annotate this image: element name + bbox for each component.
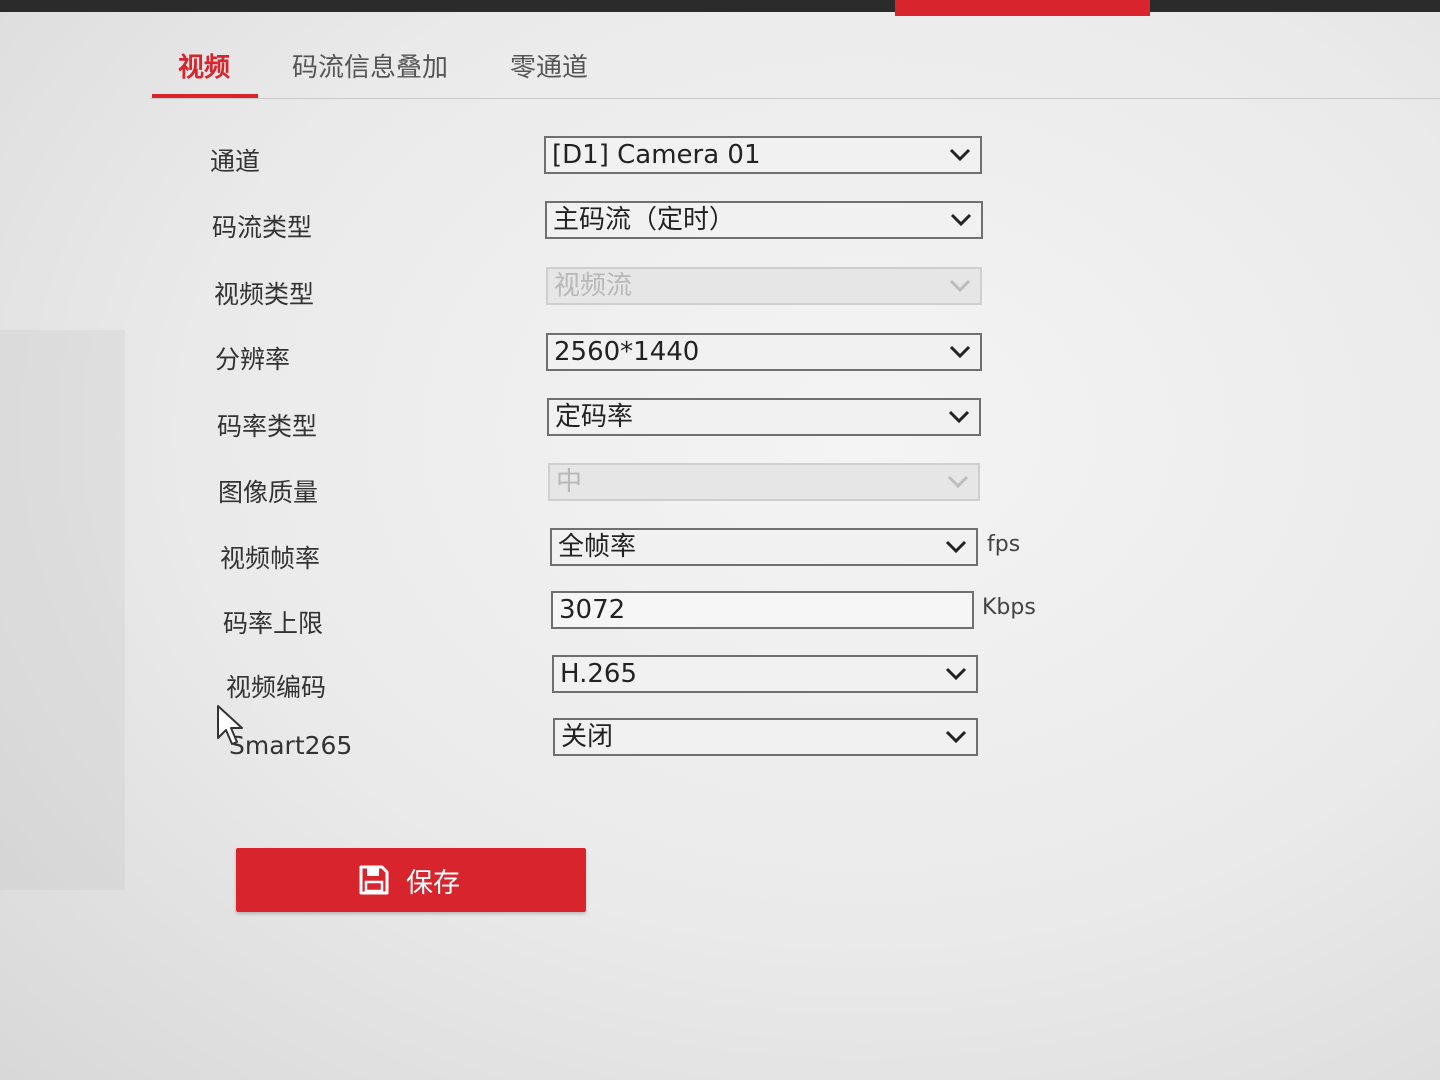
stream-type-label: 码流类型 — [212, 213, 313, 242]
smart265-select[interactable]: 关闭 — [553, 718, 978, 756]
frame-rate-unit: fps — [987, 532, 1021, 557]
video-type-select: 视频流 — [546, 267, 982, 305]
frame-rate-value: 全帧率 — [558, 532, 637, 562]
video-type-value: 视频流 — [554, 271, 633, 301]
resolution-select[interactable]: 2560*1440 — [546, 333, 982, 371]
max-bitrate-value: 3072 — [559, 595, 626, 625]
mouse-cursor-icon — [217, 705, 243, 745]
tab-stream-info-overlay[interactable]: 码流信息叠加 — [292, 48, 448, 96]
channel-select[interactable]: [D1] Camera 01 — [544, 136, 982, 174]
chevron-down-icon — [949, 345, 971, 359]
left-panel-shade — [0, 330, 125, 890]
top-bar-active-menu[interactable] — [895, 0, 1150, 16]
resolution-label: 分辨率 — [215, 345, 291, 374]
stream-type-select[interactable]: 主码流（定时） — [545, 201, 983, 239]
chevron-down-icon — [949, 279, 971, 293]
chevron-down-icon — [948, 410, 970, 424]
channel-value: [D1] Camera 01 — [552, 140, 761, 170]
channel-label: 通道 — [210, 147, 261, 176]
frame-rate-select[interactable]: 全帧率 — [550, 528, 978, 566]
chevron-down-icon — [945, 667, 967, 681]
image-quality-value: 中 — [556, 467, 583, 497]
save-icon — [359, 865, 389, 895]
chevron-down-icon — [945, 540, 967, 554]
frame-rate-label: 视频帧率 — [220, 544, 321, 573]
tab-zero-channel[interactable]: 零通道 — [510, 48, 588, 96]
tab-video[interactable]: 视频 — [151, 48, 259, 98]
video-encoding-label: 视频编码 — [226, 673, 327, 702]
chevron-down-icon — [949, 148, 971, 162]
chevron-down-icon — [950, 213, 972, 227]
tab-bar: 视频 码流信息叠加 零通道 — [150, 40, 1440, 99]
resolution-value: 2560*1440 — [554, 337, 700, 367]
max-bitrate-unit: Kbps — [982, 595, 1036, 620]
chevron-down-icon — [945, 730, 967, 744]
smart265-label: Smart265 — [229, 731, 353, 760]
save-button[interactable]: 保存 — [236, 848, 586, 912]
image-quality-label: 图像质量 — [218, 478, 319, 507]
image-quality-select: 中 — [548, 463, 980, 501]
chevron-down-icon — [947, 475, 969, 489]
save-button-label: 保存 — [406, 868, 460, 899]
bitrate-type-select[interactable]: 定码率 — [547, 398, 981, 436]
max-bitrate-label: 码率上限 — [223, 609, 324, 638]
video-settings-screen: 视频 码流信息叠加 零通道 通道 [D1] Camera 01 码流类型 主码流… — [0, 0, 1440, 1080]
bitrate-type-label: 码率类型 — [217, 412, 318, 441]
video-encoding-value: H.265 — [560, 659, 637, 689]
top-bar — [0, 0, 1440, 12]
smart265-value: 关闭 — [561, 722, 614, 752]
stream-type-value: 主码流（定时） — [553, 205, 736, 235]
video-type-label: 视频类型 — [214, 280, 315, 309]
video-encoding-select[interactable]: H.265 — [552, 655, 978, 693]
bitrate-type-value: 定码率 — [555, 402, 634, 432]
max-bitrate-input[interactable]: 3072 — [551, 591, 974, 629]
